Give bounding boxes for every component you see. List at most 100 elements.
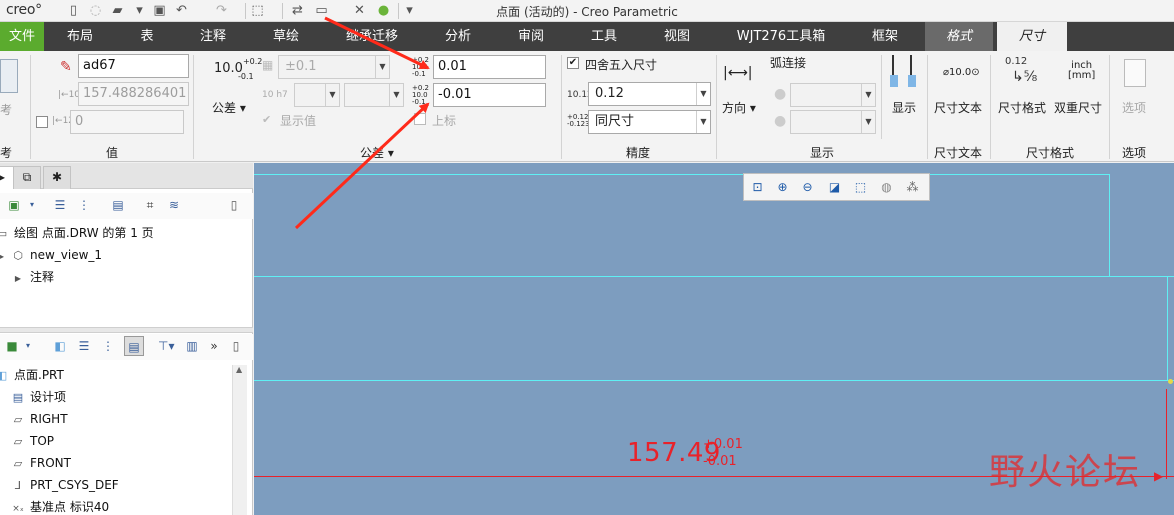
filter-icon[interactable]: ⊤▾ <box>158 338 174 354</box>
fit-class-combo: ▼ <box>294 83 340 107</box>
fit-class-label: 10 h7 <box>262 90 288 100</box>
show-value-label: 显示值 <box>280 114 317 128</box>
tab-wjt276-toolbox[interactable]: WJT276工具箱 <box>722 22 840 51</box>
more-tools-icon[interactable]: » <box>206 338 222 354</box>
dual-dimension-button[interactable]: 双重尺寸 <box>1054 99 1102 116</box>
tree-item-csys[interactable]: ⅃ PRT_CSYS_DEF <box>10 474 119 496</box>
reference-icon[interactable] <box>0 59 18 93</box>
tab-layout[interactable]: 布局 <box>52 22 108 51</box>
tree-tab-strip: ▸ ⧉ ✱ <box>0 163 253 189</box>
tab-format[interactable]: 格式 <box>925 22 993 51</box>
dual-dimension-sample: inch [mm] <box>1068 60 1096 81</box>
zoom-in-icon[interactable]: ⊕ <box>774 179 791 196</box>
override-value-checkbox[interactable] <box>36 116 48 128</box>
direction-arrows-icon: |⟷| <box>723 65 753 81</box>
tolerance-sample-icon: 10.0+0.2 -0.1 <box>214 57 263 81</box>
model-tree-panel: ▸ ⧉ ✱ ▣ ▾ ☰ ⋮ ▤ ⌗ ≋ ▯ ▭ 绘图 点面.DRW 的第 1 页 … <box>0 163 253 515</box>
datum-point-marker[interactable] <box>1168 379 1173 384</box>
chevron-down-icon[interactable]: ▾ <box>20 338 36 354</box>
tab-review[interactable]: 审阅 <box>506 22 556 51</box>
dimension-format-sample: 0.12 <box>1005 56 1028 67</box>
tree-item-drawing-sheet[interactable]: ▭ 绘图 点面.DRW 的第 1 页 <box>0 222 154 244</box>
reference-group-label: 参考 <box>0 146 13 160</box>
tree-item-right-plane[interactable]: ▱ RIGHT <box>10 408 68 430</box>
fit-grade-combo: ▼ <box>344 83 404 107</box>
lower-tolerance-icon: +0.2 10.0 -0.1 <box>412 84 429 106</box>
tolerance-group-label[interactable]: 公差 ▾ <box>360 144 394 161</box>
model-edge-line <box>254 380 1174 381</box>
tab-table[interactable]: 表 <box>124 22 170 51</box>
dimension-text-button[interactable]: 尺寸文本 <box>934 99 982 116</box>
options-group-label: 选项 <box>1122 146 1147 160</box>
arc-join-combo: ▼ <box>790 83 876 107</box>
tab-frame[interactable]: 框架 <box>858 22 912 51</box>
model-edge-line <box>254 276 1174 277</box>
layers-icon[interactable]: ≋ <box>166 197 182 213</box>
decimal-places-combo[interactable]: 0.12 ▼ <box>588 82 711 106</box>
tab-view[interactable]: 视图 <box>650 22 704 51</box>
tab-favorites[interactable]: ✱ <box>43 166 71 189</box>
tree-item-front-plane[interactable]: ▱ FRONT <box>10 452 71 474</box>
tree-item-design-items[interactable]: ▤ 设计项 <box>10 386 66 408</box>
dimension-name-field[interactable]: ad67 <box>78 54 189 78</box>
tab-layer-tree[interactable]: ⧉ <box>13 166 41 189</box>
extension-line <box>1166 389 1167 479</box>
collapse-all-icon[interactable]: ⋮ <box>76 197 92 213</box>
group-separator <box>716 55 717 159</box>
round-dimension-checkbox[interactable]: ✔ <box>567 57 579 69</box>
chevron-down-icon[interactable]: ▾ <box>24 197 40 213</box>
named-views-icon[interactable]: ◍ <box>878 179 895 196</box>
tree-item-top-plane[interactable]: ▱ TOP <box>10 430 54 452</box>
tolerance-button[interactable]: 公差 ▾ <box>212 99 246 116</box>
tree-scrollbar[interactable]: ▲ <box>232 365 247 515</box>
tree-item-annotations[interactable]: ▶ 注释 <box>10 266 54 288</box>
show-dimension-icon[interactable] <box>890 55 920 91</box>
tree-item-part[interactable]: ◧ 点面.PRT <box>0 364 64 386</box>
drawing-tree-icon[interactable]: ▣ <box>6 197 22 213</box>
model-tree-icon[interactable]: ■ <box>4 338 20 354</box>
tab-file[interactable]: 文件 <box>0 22 44 51</box>
tab-analysis[interactable]: 分析 <box>432 22 484 51</box>
show-columns-icon[interactable]: ▥ <box>184 338 200 354</box>
show-button-label[interactable]: 显示 <box>892 99 916 116</box>
graphics-view-toolbar: ⊡ ⊕ ⊖ ◪ ⬚ ◍ ⁂ <box>743 173 930 201</box>
nominal-value-field: 157.488286401 <box>78 82 189 106</box>
dimension-text-group-label: 尺寸文本 <box>934 146 983 160</box>
frame-icon[interactable]: ⌗ <box>142 197 158 213</box>
panel-splitter[interactable] <box>0 327 253 333</box>
tab-dimension[interactable]: 尺寸 <box>997 22 1067 51</box>
datum-display-icon[interactable]: ⁂ <box>904 179 921 196</box>
part-icon[interactable]: ◧ <box>52 338 68 354</box>
expand-all-icon[interactable]: ☰ <box>52 197 68 213</box>
repaint-icon[interactable]: ◪ <box>826 179 843 196</box>
expand-all-icon[interactable]: ☰ <box>76 338 92 354</box>
tree-columns-icon[interactable]: ▤ <box>124 336 144 356</box>
dimension-format-group-label: 尺寸格式 <box>1026 146 1075 160</box>
tab-legacy-migration[interactable]: 继承迁移 <box>336 22 408 51</box>
direction-button[interactable]: 方向 ▾ <box>722 99 756 116</box>
tab-annotate[interactable]: 注释 <box>188 22 238 51</box>
group-separator <box>1109 55 1110 159</box>
fraction-icon: ↳⁵⁄₈ <box>1012 69 1038 85</box>
display-style-icon[interactable]: ⬚ <box>852 179 869 196</box>
tab-sketch[interactable]: 草绘 <box>258 22 314 51</box>
superscript-label: 上标 <box>432 114 457 128</box>
model-tree-toolbar: ■ ▾ ◧ ☰ ⋮ ▤ ⊤▾ ▥ » ▯ <box>0 334 253 360</box>
dimension-format-button[interactable]: 尺寸格式 <box>998 99 1046 116</box>
tolerance-mode-combo: ±0.1 ▼ <box>278 55 390 79</box>
tolerance-decimal-combo[interactable]: 同尺寸 ▼ <box>588 110 711 134</box>
tree-item-datum-point[interactable]: ×ₓ 基准点 标识40 <box>10 496 109 515</box>
collapse-all-icon[interactable]: ⋮ <box>100 338 116 354</box>
reference-button-label[interactable]: 参考 <box>0 101 12 118</box>
settings-page-icon[interactable]: ▯ <box>228 338 244 354</box>
zoom-out-icon[interactable]: ⊖ <box>799 179 816 196</box>
lower-tolerance-text: -0.01 <box>703 454 737 469</box>
tree-columns-icon[interactable]: ▤ <box>110 197 126 213</box>
tab-tools[interactable]: 工具 <box>578 22 630 51</box>
settings-page-icon[interactable]: ▯ <box>226 197 242 213</box>
refit-icon[interactable]: ⊡ <box>749 179 766 196</box>
lower-tolerance-field[interactable]: -0.01 <box>433 83 546 107</box>
upper-tolerance-field[interactable]: 0.01 <box>433 55 546 79</box>
tree-item-view[interactable]: ▸ ⬡ new_view_1 <box>0 244 102 266</box>
drawing-canvas[interactable]: ⊡ ⊕ ⊖ ◪ ⬚ ◍ ⁂ ▶ 157.49 +0.01 -0.01 野火论坛 <box>254 163 1174 515</box>
